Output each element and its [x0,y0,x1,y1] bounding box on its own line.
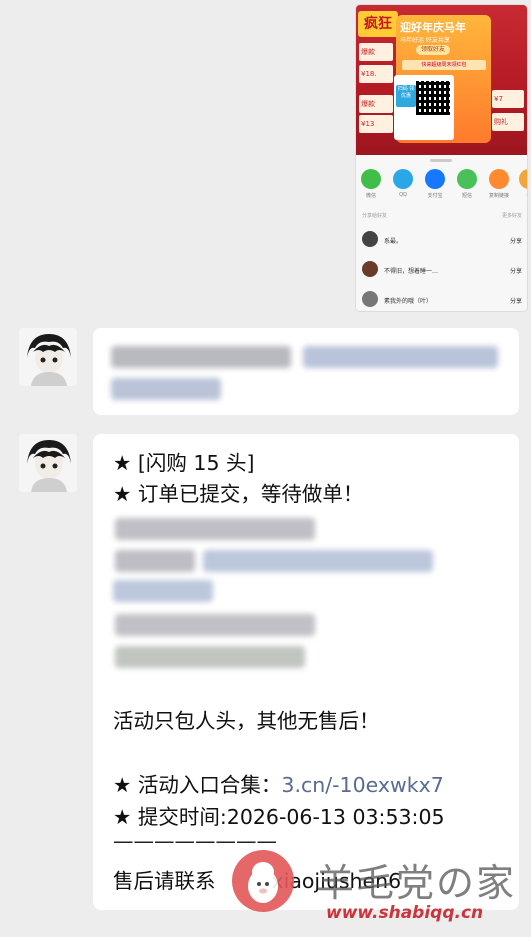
redacted-text [111,346,291,368]
watermark-text: 羊毛党の家 [316,861,517,905]
deal-label: 爆款 [359,43,393,61]
redacted-text [115,518,315,540]
promo-card-title: 迎好年庆马年 马年好运 好友共享 [400,21,466,44]
redacted-text [115,646,305,668]
sheet-grabber [430,159,452,162]
deal-label: 购礼 [492,113,524,131]
anime-boy-avatar-icon [19,434,77,492]
redacted-link [303,346,498,368]
avatar [362,231,378,247]
qr-panel: 扫码 领优惠 [394,75,454,140]
share-sms-icon: 短信 [456,169,478,199]
anime-boy-avatar-icon [19,328,77,386]
message-line: ★ [闪购 15 头] [113,451,255,475]
share-qq-icon: QQ [392,169,414,198]
share-copy-link-icon: 复制链接 [488,169,510,199]
deal-price: ¥7 [492,90,524,108]
activity-link[interactable]: 3.cn/-10exwkx7 [281,773,443,797]
share-more-icon: 微 [518,169,527,199]
shared-screenshot-image[interactable]: 疯狂 爆款 ¥18. 爆款 ¥13 ¥7 购礼 迎好年庆马年 马年好运 好友共享… [356,5,527,311]
share-alipay-icon: 支付宝 [424,169,446,199]
promo-badge: 疯狂 [358,11,398,37]
deal-price: ¥18. [359,65,393,83]
qr-code [416,81,450,115]
promo-card: 迎好年庆马年 马年好运 好友共享 领取好友 快来超级周末领红包 扫码 领优惠 [394,15,491,143]
message-line: ★ 活动入口合集：3.cn/-10exwkx7 [113,773,444,797]
redacted-link [203,550,433,572]
share-chat-row: 素我外的哦（叶） 分享 [362,288,522,310]
contact-avatar[interactable] [19,434,77,492]
promo-card-button: 领取好友 [416,45,450,55]
redacted-link [111,378,221,400]
promo-card-banner: 快来超级周末领红包 [402,60,486,70]
redacted-text [115,614,315,636]
share-wechat-icon: 微信 [360,169,382,199]
watermark-url: www.shabiqq.cn [326,903,484,923]
share-chat-row: 不得旧，想着睡一… 分享 [362,258,522,280]
contact-avatar[interactable] [19,328,77,386]
deal-label: 爆款 [359,95,393,113]
avatar [362,261,378,277]
qr-tag: 扫码 领优惠 [396,85,416,107]
share-chat-row: 系最。 分享 [362,228,522,250]
redacted-text [115,550,195,572]
redacted-link [113,580,213,602]
share-sheet: 微信 QQ 支付宝 短信 复制链接 微 分享给好友更多好友 系最。 分享 不得旧… [356,155,527,311]
share-targets: 微信 QQ 支付宝 短信 复制链接 微 [360,169,527,205]
message-line: ★ 订单已提交，等待做单！ [113,482,364,506]
alpaca-logo-icon [232,850,294,912]
share-header: 分享给好友 更多好友 [362,213,522,219]
message-bubble[interactable]: ★ [闪购 15 头] ★ 订单已提交，等待做单！ 活动只包人头，其他无售后！ … [93,434,519,910]
promo-poster: 疯狂 爆款 ¥18. 爆款 ¥13 ¥7 购礼 迎好年庆马年 马年好运 好友共享… [356,5,527,155]
message-line: 活动只包人头，其他无售后！ [113,709,380,733]
avatar [362,291,378,307]
message-bubble[interactable] [93,328,519,415]
deal-price: ¥13 [359,115,393,133]
